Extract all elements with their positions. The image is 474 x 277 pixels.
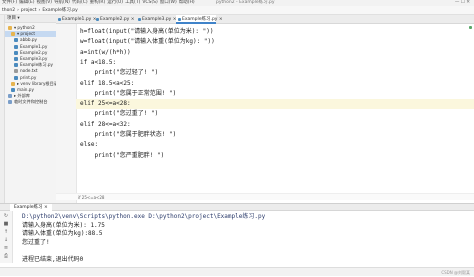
code-editor[interactable]: h=float(input("请输入身高(单位为米): ")) w=float(i… [56, 24, 474, 205]
python-file-icon [14, 38, 18, 43]
editor-gutter [56, 24, 77, 205]
run-toolbar: ↻ ■ ↑ ↓ ≡ ⎙ [0, 211, 13, 263]
tree-item-label: Example1.py [20, 43, 48, 49]
editor-tab-bar: Example1.py × Example2.py × Example3.py × E… [56, 15, 474, 24]
editor-tab[interactable]: Example3.py × [136, 15, 177, 24]
navigation-bar: thon2 › project › Example练习.py [0, 6, 474, 15]
code-line[interactable]: elif 18.5<a<25: [80, 79, 134, 89]
code-line[interactable]: elif 28<=a<32: [80, 120, 131, 130]
editor-tab-label: Example2.py × [100, 17, 135, 22]
python-file-icon [14, 63, 18, 68]
run-panel-header: Example练习 × [0, 203, 474, 212]
library-icon [8, 94, 12, 99]
python-file-icon [58, 18, 61, 21]
code-line[interactable]: else: [80, 140, 98, 150]
nav-crumb[interactable]: Example练习.py [42, 6, 77, 15]
text-file-icon [14, 69, 18, 74]
console-line: 进程已结束,退出代码0 [22, 256, 84, 263]
code-line[interactable]: print("您过轻了! ") [80, 68, 158, 78]
code-line[interactable]: print("您过重了! ") [80, 109, 158, 119]
tree-item-label: print.py [20, 74, 37, 80]
tree-item-label: main.py [17, 87, 34, 92]
editor-tab-label: Example练习.py × [182, 17, 223, 22]
inspection-ok-icon[interactable] [469, 26, 472, 29]
code-line[interactable]: w=float(input("请输入体重(单位为kg): ")) [80, 37, 215, 47]
python-file-icon [14, 50, 18, 55]
tree-item-label: 临时文件和控制台 [14, 99, 48, 105]
tree-item-label: node.txt [20, 68, 38, 74]
folder-icon [11, 81, 15, 86]
tree-item-label: Example练习.py [20, 62, 54, 68]
scroll-down-icon[interactable]: ↓ [3, 238, 9, 243]
nav-crumb[interactable]: project [21, 6, 37, 15]
tree-item-label: ▾ python2 [14, 25, 35, 30]
tree-item-label: Example3.py [20, 56, 48, 61]
code-line[interactable]: h=float(input("请输入身高(单位为米): ")) [80, 27, 213, 37]
code-line[interactable]: a=int(w/(h*h)) [80, 48, 131, 58]
code-line[interactable]: if a<18.5: [80, 58, 116, 68]
python-file-icon [11, 88, 15, 92]
status-bar: CSDN @刘毅某 [0, 267, 474, 276]
editor-tab[interactable]: Example2.py × [94, 15, 136, 24]
stop-icon[interactable]: ■ [3, 222, 9, 227]
nav-crumb[interactable]: thon2 [2, 6, 15, 15]
tree-item-label: Example2.py [20, 49, 48, 55]
folder-icon [11, 32, 15, 37]
python-file-icon [14, 44, 18, 49]
tree-item-label: ▾ project [17, 31, 35, 37]
python-file-icon [178, 18, 181, 21]
code-line[interactable]: print("您属于正常范围! ") [80, 89, 176, 99]
editor-tab[interactable]: Example1.py × [56, 15, 97, 24]
chevron-right-icon: › [38, 8, 41, 13]
folder-icon [8, 26, 12, 30]
tree-item-label: abbb.py [20, 37, 38, 43]
chevron-right-icon: › [17, 8, 19, 13]
console-icon [8, 100, 12, 105]
editor-tab-label: Example1.py × [62, 17, 97, 22]
tree-item-label: ▸ 外部库 [14, 93, 30, 99]
code-line[interactable]: print("您属于肥胖状态! ") [80, 130, 176, 140]
rerun-icon[interactable]: ↻ [3, 214, 9, 219]
python-file-icon [138, 18, 141, 21]
python-file-icon [14, 75, 18, 80]
python-file-icon [14, 57, 18, 61]
code-line[interactable]: elif 25<=a<28: [76, 99, 474, 110]
editor-tab[interactable]: Example练习.py × [176, 15, 223, 24]
python-file-icon [96, 18, 99, 21]
print-icon[interactable]: ⎙ [3, 254, 9, 259]
scroll-up-icon[interactable]: ↑ [3, 230, 9, 235]
wrap-icon[interactable]: ≡ [3, 246, 9, 251]
tree-item-label: ▸ venv library根目录 [17, 80, 58, 86]
console-line: 您过重了! [22, 238, 50, 246]
code-line[interactable]: print("您严重肥胖! ") [80, 151, 164, 161]
editor-tab-label: Example3.py × [142, 17, 177, 22]
run-console: ↻ ■ ↑ ↓ ≡ ⎙ D:\python2\venv\Scripts\pyth… [0, 211, 474, 263]
code-breadcrumb[interactable]: if 25<=a<28 [56, 193, 474, 200]
